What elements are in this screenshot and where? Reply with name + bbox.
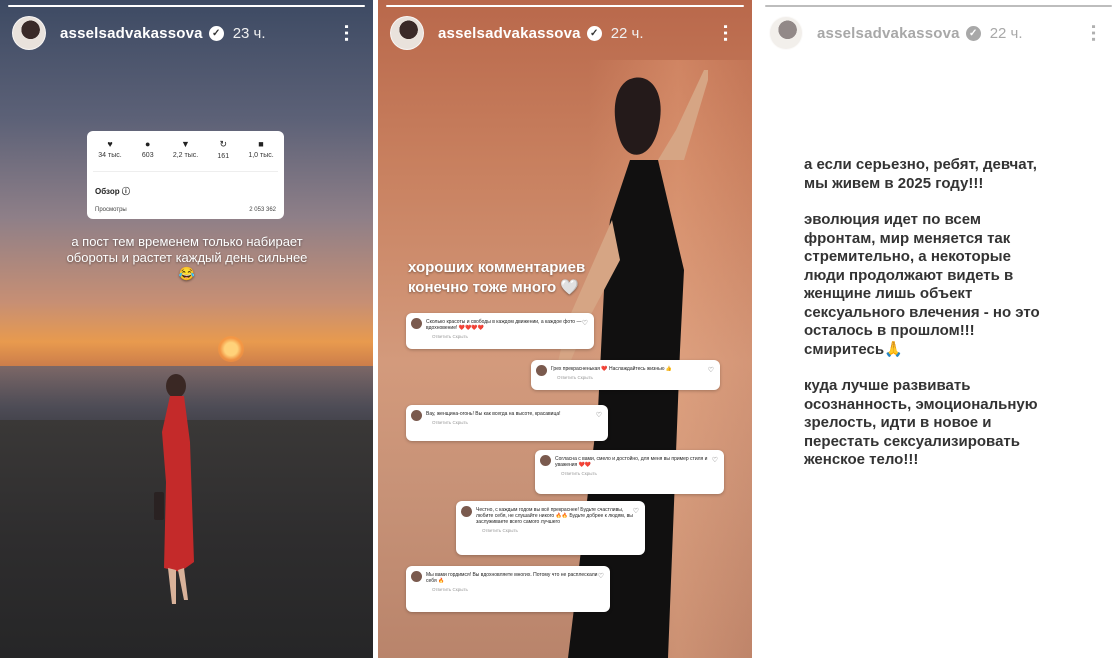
insights-stats: ♥ 34 тыс. ● 603 ▼ 2,2 тыс. ↻ 161 ■ 1,0 тыс. — [93, 139, 278, 160]
heart-icon[interactable]: ♡ — [582, 320, 588, 327]
story-header: asselsadvakassova ✓ 23 ч. … — [12, 15, 362, 51]
story-caption: хороших комментариев конечно тоже много … — [408, 259, 586, 296]
story-progress-bar — [765, 5, 1112, 7]
story-time: 22 ч. — [989, 24, 1023, 42]
username[interactable]: asselsadvakassova — [438, 25, 581, 42]
verified-badge-icon: ✓ — [208, 25, 224, 41]
avatar — [411, 571, 422, 582]
bookmark-icon: ■ — [258, 139, 264, 149]
verified-badge-icon: ✓ — [965, 25, 981, 41]
comment-card: Согласна с вами, смело и достойно, для м… — [535, 450, 724, 494]
heart-icon: ♥ — [107, 139, 113, 149]
avatar[interactable] — [390, 16, 424, 50]
comment-card: Сколько красоты и свободы в каждом движе… — [406, 313, 594, 349]
more-options-icon[interactable]: … — [719, 23, 741, 43]
heart-icon[interactable]: ♡ — [596, 412, 602, 419]
paragraph: куда лучше развивать осознанность, эмоци… — [804, 377, 1038, 468]
heart-icon[interactable]: ♡ — [633, 508, 639, 515]
stat-comments: ● 603 — [131, 139, 165, 160]
avatar — [536, 365, 547, 376]
story-header: asselsadvakassova ✓ 22 ч. … — [769, 15, 1109, 51]
username[interactable]: asselsadvakassova — [817, 25, 960, 42]
story-time: 22 ч. — [610, 24, 644, 42]
woman-in-red-dress — [154, 374, 194, 604]
stat-likes: ♥ 34 тыс. — [93, 139, 127, 160]
more-options-icon[interactable]: … — [340, 23, 362, 43]
comment-card: Честно, с каждым годом вы всё прекраснее… — [456, 501, 645, 555]
avatar — [540, 455, 551, 466]
views-label: Просмотры — [95, 207, 127, 213]
story-progress-bar — [386, 5, 744, 7]
stat-reposts: ↻ 161 — [206, 139, 240, 160]
stat-saves: ■ 1,0 тыс. — [244, 139, 278, 160]
comment-icon: ● — [145, 139, 151, 149]
sunset-sun — [218, 336, 244, 362]
avatar — [461, 506, 472, 517]
story-header: asselsadvakassova ✓ 22 ч. … — [390, 15, 741, 51]
story-progress-bar — [8, 5, 365, 7]
paragraph: а если серьезно, ребят, девчат, мы живем… — [804, 156, 1037, 192]
paragraph: эволюция идет по всем фронтам, мир меняе… — [804, 211, 1040, 358]
comment-card: Мы вами гордимся! Вы вдохновляете многих… — [406, 566, 610, 612]
heart-icon[interactable]: ♡ — [708, 367, 714, 374]
story-text: а если серьезно, ребят, девчат, мы живем… — [804, 156, 1044, 488]
repost-icon: ↻ — [219, 139, 228, 149]
avatar — [411, 318, 422, 329]
avatar[interactable] — [12, 16, 46, 50]
heart-icon[interactable]: ♡ — [712, 457, 718, 464]
send-icon: ▼ — [181, 139, 190, 149]
story-caption: а пост тем временем только набирает обор… — [66, 234, 308, 281]
verified-badge-icon: ✓ — [586, 25, 602, 41]
story-time: 23 ч. — [232, 24, 266, 42]
comment-card: Грех прекрасненькая ❤️ Наслаждайтесь жиз… — [531, 360, 720, 390]
info-icon: ⓘ — [121, 187, 130, 196]
story-panel-3[interactable]: asselsadvakassova ✓ 22 ч. … а если серье… — [757, 0, 1120, 658]
heart-icon[interactable]: ♡ — [598, 573, 604, 580]
overview-label: Обзор ⓘ — [95, 187, 130, 196]
avatar[interactable] — [769, 16, 803, 50]
more-options-icon[interactable]: … — [1087, 23, 1109, 43]
comment-card: Вау, женщина-огонь! Вы как всегда на выс… — [406, 405, 608, 441]
views-value: 2 053 362 — [249, 207, 276, 213]
avatar — [411, 410, 422, 421]
story-panel-2[interactable]: asselsadvakassova ✓ 22 ч. … хороших комм… — [378, 0, 752, 658]
story-panel-1[interactable]: asselsadvakassova ✓ 23 ч. … ♥ 34 тыс. ● 60… — [0, 0, 373, 658]
insights-card: ♥ 34 тыс. ● 603 ▼ 2,2 тыс. ↻ 161 ■ 1,0 тыс. О… — [87, 131, 284, 219]
stat-shares: ▼ 2,2 тыс. — [169, 139, 203, 160]
username[interactable]: asselsadvakassova — [60, 25, 203, 42]
